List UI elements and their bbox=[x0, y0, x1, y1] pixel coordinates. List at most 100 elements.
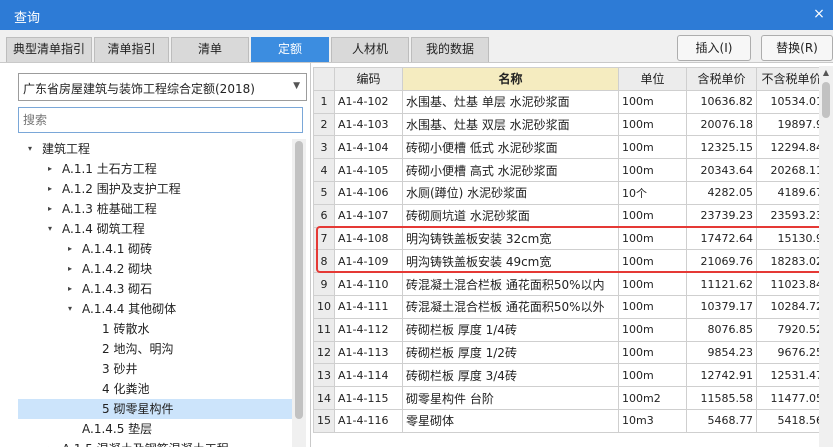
tree-node-label: A.1.4.2 砌块 bbox=[82, 262, 153, 276]
collapse-arrow-icon[interactable]: ▸ bbox=[64, 259, 76, 279]
cell-tax-price: 17472.64 bbox=[686, 226, 757, 251]
tree-node[interactable]: ▾ 建筑工程 bbox=[18, 139, 292, 159]
tree-node[interactable]: 5 砌零星构件 bbox=[18, 399, 292, 419]
header-notax-price[interactable]: 不含税单价 bbox=[756, 67, 827, 91]
chevron-up-icon[interactable]: ▲ bbox=[819, 66, 833, 80]
tree-node[interactable]: ▸ A.1.4.3 砌石 bbox=[18, 279, 292, 299]
cell-code: A1-4-112 bbox=[334, 317, 403, 342]
insert-button[interactable]: 插入(I) bbox=[677, 35, 751, 61]
tab-bill[interactable]: 清单 bbox=[171, 37, 249, 62]
table-scrollbar-thumb[interactable] bbox=[822, 82, 830, 118]
tab-quota[interactable]: 定额 bbox=[251, 37, 329, 62]
tree-node-label: 4 化粪池 bbox=[102, 382, 150, 396]
tree-scrollbar-thumb[interactable] bbox=[295, 141, 303, 419]
table-row[interactable]: 10 A1-4-111 砖混凝土混合栏板 通花面积50%以外 100m 10379.17… bbox=[313, 294, 827, 319]
row-index: 6 bbox=[313, 203, 335, 228]
cell-unit: 100m bbox=[618, 294, 687, 319]
row-index: 11 bbox=[313, 317, 335, 342]
tree-node[interactable]: ▸ A.1.1 土石方工程 bbox=[18, 159, 292, 179]
tree-node-label: 1 砖散水 bbox=[102, 322, 150, 336]
tree-node[interactable]: 2 地沟、明沟 bbox=[18, 339, 292, 359]
tree-node[interactable]: ▸ A.1.2 围护及支护工程 bbox=[18, 179, 292, 199]
expand-arrow-icon[interactable]: ▾ bbox=[44, 219, 56, 239]
table-row[interactable]: 7 A1-4-108 明沟铸铁盖板安装 32cm宽 100m 17472.64 15130… bbox=[313, 226, 827, 251]
cell-tax-price: 10379.17 bbox=[686, 294, 757, 319]
header-tax-price[interactable]: 含税单价 bbox=[686, 67, 757, 91]
collapse-arrow-icon[interactable]: ▸ bbox=[44, 159, 56, 179]
cell-code: A1-4-104 bbox=[334, 135, 403, 160]
table-row[interactable]: 12 A1-4-113 砖砌栏板 厚度 1/2砖 100m 9854.23 9676.25 bbox=[313, 340, 827, 365]
header-code[interactable]: 编码 bbox=[334, 67, 403, 91]
tab-typical-bill-guide[interactable]: 典型清单指引 bbox=[6, 37, 92, 62]
collapse-arrow-icon[interactable]: ▸ bbox=[44, 439, 56, 447]
tree-node[interactable]: ▾ A.1.4.4 其他砌体 bbox=[18, 299, 292, 319]
row-index: 8 bbox=[313, 249, 335, 274]
collapse-arrow-icon[interactable]: ▸ bbox=[44, 179, 56, 199]
cell-name: 明沟铸铁盖板安装 49cm宽 bbox=[402, 249, 619, 274]
close-icon[interactable]: × bbox=[809, 4, 829, 24]
quota-set-select[interactable]: 广东省房屋建筑与装饰工程综合定额(2018) ▼ bbox=[18, 73, 307, 101]
header-unit[interactable]: 单位 bbox=[618, 67, 687, 91]
cell-tax-price: 9854.23 bbox=[686, 340, 757, 365]
cell-notax-price: 18283.02 bbox=[756, 249, 827, 274]
table-scrollbar[interactable]: ▲ bbox=[819, 66, 833, 447]
cell-tax-price: 4282.05 bbox=[686, 180, 757, 205]
table-row[interactable]: 13 A1-4-114 砖砌栏板 厚度 3/4砖 100m 12742.91 12531.… bbox=[313, 363, 827, 388]
collapse-arrow-icon[interactable]: ▸ bbox=[64, 279, 76, 299]
table-row[interactable]: 2 A1-4-103 水围基、灶基 双层 水泥砂浆面 100m 20076.18 1989… bbox=[313, 112, 827, 137]
replace-button[interactable]: 替换(R) bbox=[761, 35, 833, 61]
cell-notax-price: 19897.9 bbox=[756, 112, 827, 137]
cell-code: A1-4-114 bbox=[334, 363, 403, 388]
cell-unit: 100m bbox=[618, 112, 687, 137]
tree-node[interactable]: ▾ A.1.4 砌筑工程 bbox=[18, 219, 292, 239]
quota-query-window: 查询 × 典型清单指引 清单指引 清单 定额 人材机 我的数据 插入(I) 替换… bbox=[0, 0, 833, 447]
expand-arrow-icon[interactable]: ▾ bbox=[24, 139, 36, 159]
cell-name: 砖混凝土混合栏板 通花面积50%以内 bbox=[402, 272, 619, 296]
cell-unit: 100m bbox=[618, 317, 687, 342]
tree-node[interactable]: 3 砂井 bbox=[18, 359, 292, 379]
header-name[interactable]: 名称 bbox=[402, 67, 619, 91]
tree-node[interactable]: ▸ A.1.5 混凝土及钢筋混凝土工程 bbox=[18, 439, 292, 447]
tree-node[interactable]: 1 砖散水 bbox=[18, 319, 292, 339]
table-row[interactable]: 8 A1-4-109 明沟铸铁盖板安装 49cm宽 100m 21069.76 18283… bbox=[313, 249, 827, 274]
tree-node[interactable]: A.1.4.5 垫层 bbox=[18, 419, 292, 439]
tab-bill-guide[interactable]: 清单指引 bbox=[94, 37, 169, 62]
table-row[interactable]: 15 A1-4-116 零星砌体 10m3 5468.77 5418.56 bbox=[313, 408, 827, 433]
table-row[interactable]: 11 A1-4-112 砖砌栏板 厚度 1/4砖 100m 8076.85 7920.52 bbox=[313, 317, 827, 342]
table-row[interactable]: 6 A1-4-107 砖砌厕坑道 水泥砂浆面 100m 23739.23 23593.23 bbox=[313, 203, 827, 228]
cell-tax-price: 20343.64 bbox=[686, 158, 757, 182]
cell-name: 砖砌栏板 厚度 1/4砖 bbox=[402, 317, 619, 342]
table-row[interactable]: 9 A1-4-110 砖混凝土混合栏板 通花面积50%以内 100m 11121.62 1… bbox=[313, 272, 827, 296]
table-row[interactable]: 5 A1-4-106 水厕(蹲位) 水泥砂浆面 10个 4282.05 4189.67 bbox=[313, 180, 827, 205]
tree-node[interactable]: ▸ A.1.3 桩基础工程 bbox=[18, 199, 292, 219]
tree-scrollbar[interactable] bbox=[292, 139, 306, 447]
collapse-arrow-icon[interactable]: ▸ bbox=[44, 199, 56, 219]
search-input[interactable] bbox=[18, 107, 303, 133]
cell-code: A1-4-111 bbox=[334, 294, 403, 319]
tree-node[interactable]: ▸ A.1.4.2 砌块 bbox=[18, 259, 292, 279]
cell-code: A1-4-109 bbox=[334, 249, 403, 274]
row-index: 9 bbox=[313, 272, 335, 296]
expand-arrow-icon[interactable]: ▾ bbox=[64, 299, 76, 319]
row-index: 1 bbox=[313, 89, 335, 114]
cell-name: 水围基、灶基 单层 水泥砂浆面 bbox=[402, 89, 619, 114]
collapse-arrow-icon[interactable]: ▸ bbox=[64, 239, 76, 259]
cell-unit: 10个 bbox=[618, 180, 687, 205]
cell-name: 砌零星构件 台阶 bbox=[402, 386, 619, 410]
tab-labor-material-machine[interactable]: 人材机 bbox=[331, 37, 409, 62]
table-row[interactable]: 4 A1-4-105 砖砌小便槽 高式 水泥砂浆面 100m 20343.64 20268… bbox=[313, 158, 827, 182]
category-tree: ▾ 建筑工程 ▸ A.1.1 土石方工程 ▸ A.1.2 围护及支护工程 ▸ A.1.3 桩基… bbox=[18, 139, 292, 447]
row-index: 2 bbox=[313, 112, 335, 137]
tree-node[interactable]: 4 化粪池 bbox=[18, 379, 292, 399]
table-row[interactable]: 14 A1-4-115 砌零星构件 台阶 100m2 11585.58 11477.05 bbox=[313, 386, 827, 410]
tab-my-data[interactable]: 我的数据 bbox=[411, 37, 489, 62]
cell-name: 砖混凝土混合栏板 通花面积50%以外 bbox=[402, 294, 619, 319]
cell-notax-price: 11023.84 bbox=[756, 272, 827, 296]
table-row[interactable]: 1 A1-4-102 水围基、灶基 单层 水泥砂浆面 100m 10636.82 1053… bbox=[313, 89, 827, 114]
table-header-row: 编码 名称 单位 含税单价 不含税单价 bbox=[313, 67, 827, 91]
table-row[interactable]: 3 A1-4-104 砖砌小便槽 低式 水泥砂浆面 100m 12325.15 12294… bbox=[313, 135, 827, 160]
cell-notax-price: 15130.9 bbox=[756, 226, 827, 251]
cell-notax-price: 4189.67 bbox=[756, 180, 827, 205]
tree-node[interactable]: ▸ A.1.4.1 砌砖 bbox=[18, 239, 292, 259]
row-index: 4 bbox=[313, 158, 335, 182]
